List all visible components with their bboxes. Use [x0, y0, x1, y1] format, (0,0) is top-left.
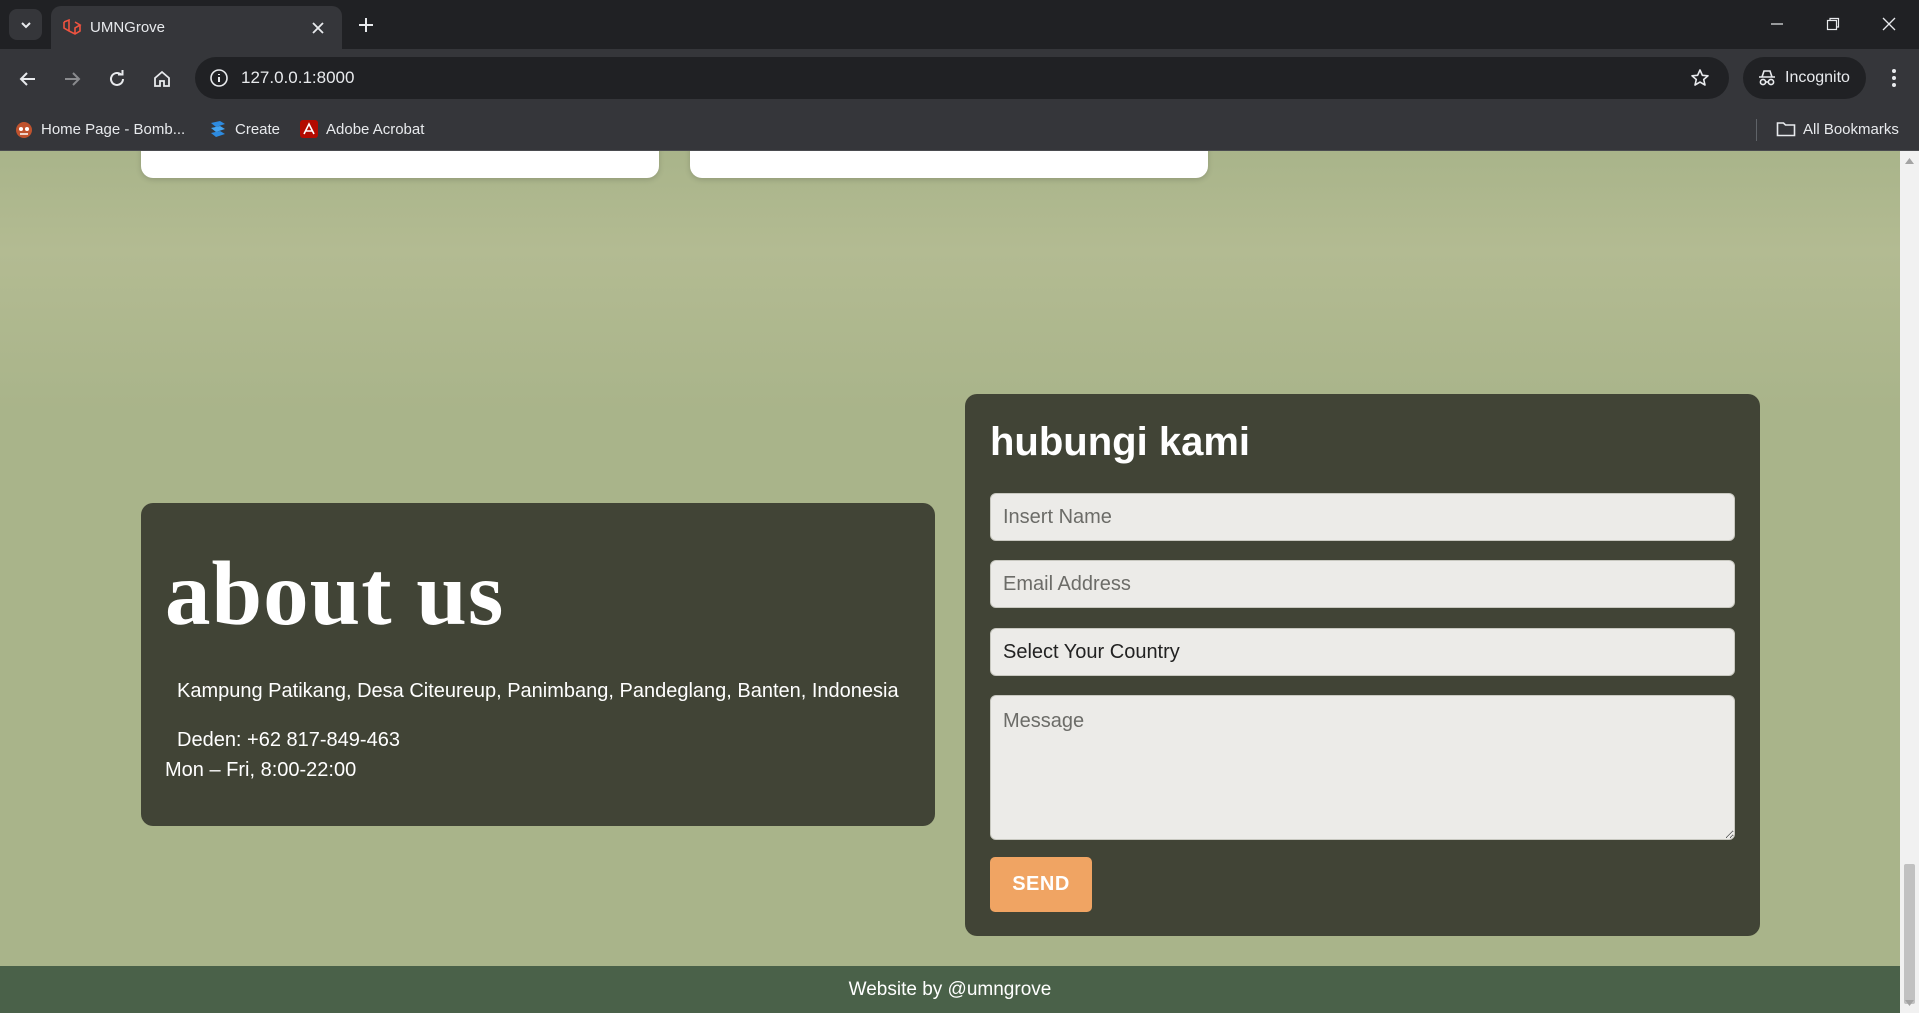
- send-button[interactable]: SEND: [990, 857, 1092, 912]
- browser-tab-bar: UMNGrove: [0, 0, 1919, 49]
- bookmark-adobe-acrobat[interactable]: Adobe Acrobat: [299, 116, 424, 142]
- incognito-label: Incognito: [1785, 69, 1850, 86]
- restore-button[interactable]: [1810, 6, 1856, 42]
- arrow-left-icon: [19, 72, 35, 86]
- restore-icon: [1826, 17, 1840, 31]
- address-bar[interactable]: 127.0.0.1:8000: [195, 57, 1729, 99]
- country-select[interactable]: Select Your Country: [990, 628, 1735, 676]
- incognito-indicator[interactable]: Incognito: [1743, 57, 1866, 99]
- footer-credit: Website by @umngrove: [848, 979, 1052, 1000]
- contact-title: hubungi kami: [990, 420, 1250, 464]
- page-scrollbar[interactable]: [1900, 151, 1919, 1013]
- message-textarea[interactable]: [990, 695, 1735, 840]
- scrollbar-thumb[interactable]: [1904, 864, 1915, 1004]
- home-button[interactable]: [145, 62, 179, 96]
- card-bottom-edge: [141, 151, 659, 178]
- name-input[interactable]: [990, 493, 1735, 541]
- more-vertical-icon: [1892, 69, 1896, 87]
- folder-icon: [1776, 122, 1796, 137]
- bookmark-label: Create: [235, 120, 281, 138]
- scroll-up-arrow[interactable]: [1904, 156, 1915, 166]
- tab-search-button[interactable]: [9, 9, 42, 40]
- minimize-icon: [1771, 23, 1783, 25]
- browser-menu-button[interactable]: [1877, 61, 1911, 95]
- address-text: Kampung Patikang, Desa Citeureup, Panimb…: [177, 680, 899, 702]
- plus-icon: [359, 18, 373, 32]
- country-select-value: Select Your Country: [1003, 640, 1180, 663]
- scroll-down-arrow[interactable]: [1904, 998, 1915, 1008]
- browser-toolbar: 127.0.0.1:8000 Incognito: [0, 49, 1919, 108]
- create-favicon-icon: [211, 121, 225, 137]
- bookmark-create[interactable]: Create: [208, 116, 280, 142]
- about-us-card: about us Kampung Patikang, Desa Citeureu…: [141, 503, 935, 826]
- new-tab-button[interactable]: [352, 11, 380, 39]
- back-button[interactable]: [11, 62, 45, 96]
- contact-form-card: hubungi kami Select Your Country SEND: [965, 394, 1760, 936]
- acrobat-icon: [300, 120, 318, 138]
- triangle-up-icon: [1905, 158, 1914, 164]
- incognito-icon: [1759, 70, 1775, 86]
- tab-title: UMNGrove: [90, 19, 166, 36]
- all-bookmarks-label: All Bookmarks: [1803, 120, 1899, 138]
- page-footer: Website by @umngrove: [0, 966, 1900, 1013]
- close-window-button[interactable]: [1866, 6, 1912, 42]
- tab-close-button[interactable]: [306, 16, 330, 40]
- close-icon: [312, 22, 324, 34]
- about-us-title: about us: [165, 543, 505, 644]
- home-icon: [154, 70, 170, 87]
- all-bookmarks-button[interactable]: All Bookmarks: [1776, 116, 1899, 142]
- hours-text: Mon – Fri, 8:00-22:00: [165, 759, 357, 781]
- close-icon: [1882, 17, 1896, 31]
- bookmark-label: Adobe Acrobat: [326, 120, 425, 138]
- card-bottom-edge: [690, 151, 1208, 178]
- email-input[interactable]: [990, 560, 1735, 608]
- bookmarks-bar: Home Page - Bomb... Create Adobe Acrobat…: [0, 108, 1919, 151]
- bookmark-home-page[interactable]: Home Page - Bomb...: [14, 116, 185, 142]
- bomb-favicon-icon: [16, 122, 32, 138]
- info-icon: [210, 69, 228, 87]
- url-text[interactable]: 127.0.0.1:8000: [241, 68, 354, 88]
- phone-text: Deden: +62 817-849-463: [177, 729, 400, 751]
- page-viewport: about us Kampung Patikang, Desa Citeureu…: [0, 151, 1900, 1013]
- minimize-button[interactable]: [1754, 6, 1800, 42]
- triangle-down-icon: [1905, 1000, 1914, 1006]
- chevron-down-icon: [20, 21, 31, 28]
- site-info-button[interactable]: [203, 62, 235, 94]
- reload-icon: [110, 70, 124, 86]
- bookmark-label: Home Page - Bomb...: [41, 120, 186, 138]
- laravel-favicon-icon: [63, 18, 82, 35]
- active-tab[interactable]: UMNGrove: [51, 6, 342, 49]
- bookmark-star-button[interactable]: [1687, 65, 1713, 91]
- star-icon: [1691, 69, 1709, 86]
- reload-button[interactable]: [100, 62, 134, 96]
- forward-button[interactable]: [55, 62, 89, 96]
- arrow-right-icon: [65, 72, 81, 86]
- bookmarks-separator: [1756, 119, 1757, 141]
